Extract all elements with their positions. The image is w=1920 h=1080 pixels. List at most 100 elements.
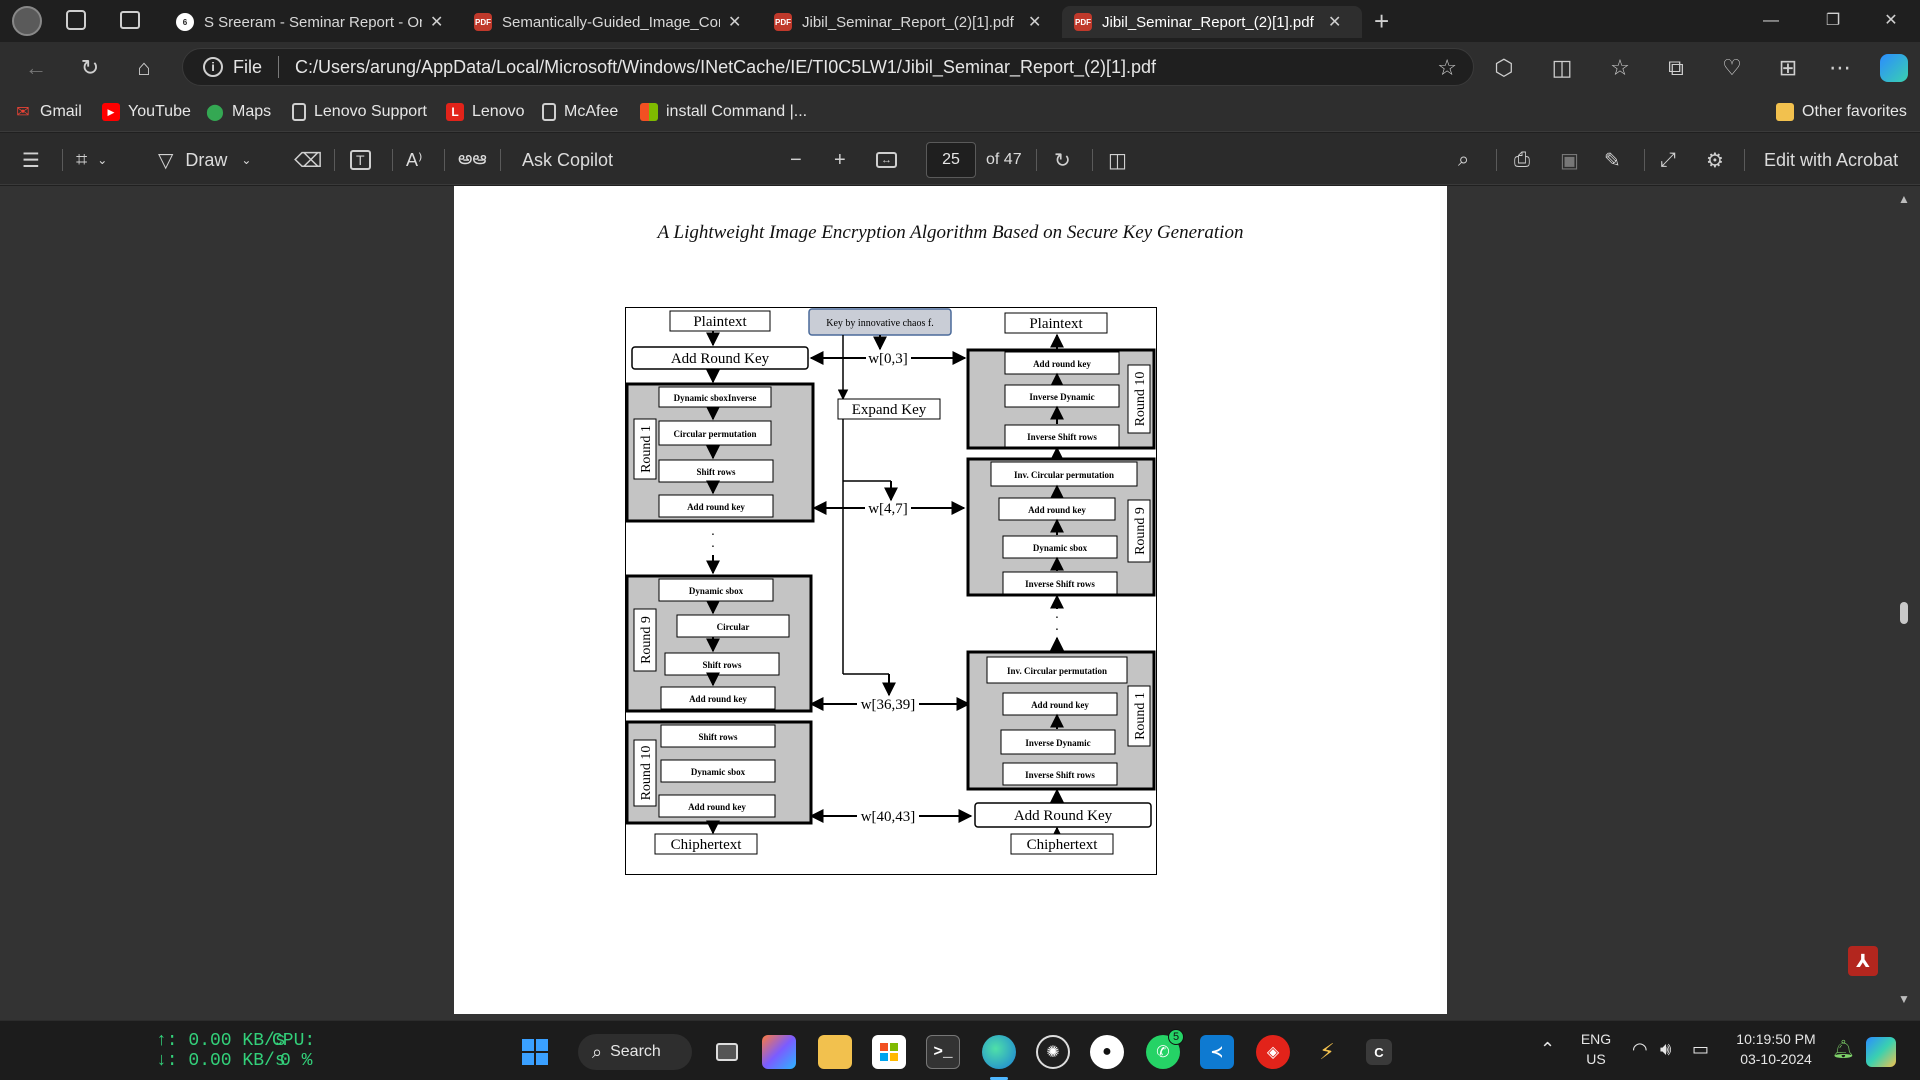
ask-copilot-button[interactable]: Ask Copilot [522, 147, 613, 173]
chatgpt-icon[interactable]: ✺ [1036, 1035, 1070, 1069]
translate-icon: అఆ [458, 147, 487, 168]
pdf-viewer[interactable]: A Lightweight Image Encryption Algorithm… [0, 186, 1920, 1020]
toolbar-divider [62, 149, 63, 171]
more-options-icon[interactable]: ⋯ [1826, 54, 1854, 82]
url-text[interactable]: C:/Users/arung/AppData/Local/Microsoft/W… [295, 57, 1156, 78]
pdf-icon: PDF [474, 13, 492, 31]
close-tab-icon[interactable]: ✕ [1028, 12, 1041, 32]
toolbar-divider [500, 149, 501, 171]
scroll-thumb[interactable] [1900, 602, 1908, 624]
info-icon[interactable]: i [203, 57, 223, 77]
browser-essentials-icon[interactable]: ♡ [1718, 54, 1746, 82]
close-tab-icon[interactable]: ✕ [728, 12, 741, 32]
tab-jibil-2[interactable]: PDF Jibil_Seminar_Report_(2)[1].pdf ✕ [1062, 6, 1362, 38]
rotate-icon[interactable]: ↻ [1054, 147, 1071, 173]
vertical-tabs-icon[interactable] [120, 11, 140, 29]
favorite-lenovo-support[interactable]: Lenovo Support [292, 100, 427, 124]
highlight-icon[interactable]: ⌗ ⌄ [76, 147, 107, 173]
language-indicator[interactable]: ENG US [1574, 1031, 1618, 1067]
address-bar[interactable]: i File C:/Users/arung/AppData/Local/Micr… [182, 48, 1474, 86]
volume-icon[interactable]: 🔊︎ [1660, 1039, 1671, 1060]
draw-button[interactable]: ▽ Draw ⌄ [158, 147, 251, 173]
save-icon[interactable]: ▣ [1560, 147, 1579, 173]
dec-input: Chiphertext [1027, 837, 1099, 853]
read-aloud-button[interactable]: A⁾ [406, 147, 422, 173]
home-icon[interactable]: ⌂ [130, 54, 158, 82]
workspaces-icon[interactable] [66, 10, 86, 30]
contents-icon[interactable]: ☰ [22, 147, 40, 173]
scroll-up-icon[interactable]: ▲ [1898, 192, 1910, 206]
wifi-icon[interactable]: ◠ [1632, 1039, 1648, 1060]
notification-bell-icon[interactable]: 🔔︎ [1832, 1039, 1855, 1060]
copilot-app-icon[interactable] [762, 1035, 796, 1069]
start-windows-icon[interactable] [518, 1035, 552, 1069]
extensions-icon[interactable]: ⬡ [1490, 54, 1518, 82]
acrobat-icon[interactable]: ⅄ [1848, 946, 1878, 976]
toolbar-divider [1036, 149, 1037, 171]
save-as-icon[interactable]: ✎ [1604, 147, 1621, 173]
text-box-icon[interactable]: T [350, 147, 371, 173]
enc-r9-step-label: Shift rows [702, 660, 742, 670]
zoom-in-icon[interactable]: + [834, 147, 846, 173]
enc-output: Chiphertext [671, 837, 743, 853]
taskbar-search[interactable]: ⌕ Search [578, 1034, 692, 1070]
store-icon[interactable] [872, 1035, 906, 1069]
copilot-icon[interactable] [1880, 54, 1908, 82]
python-app-icon[interactable]: ⚡ [1310, 1035, 1344, 1069]
diagram-svg: Plaintext Add Round Key Round 1 Dynamic … [625, 307, 1157, 875]
close-tab-icon[interactable]: ✕ [1328, 12, 1341, 32]
favorite-install-command[interactable]: install Command |... [640, 100, 807, 124]
vertical-scrollbar[interactable]: ▲ ▼ [1896, 186, 1912, 1020]
vscode-icon[interactable]: ≺ [1200, 1035, 1234, 1069]
enc-r10-step-label: Dynamic sbox [691, 767, 746, 777]
collections-icon[interactable]: ⧉ [1662, 54, 1690, 82]
tab-sreeram[interactable]: 6 S Sreeram - Seminar Report - Onl ✕ [164, 6, 459, 38]
battery-icon[interactable]: ▭ [1692, 1039, 1709, 1060]
show-hidden-icons[interactable]: ⌃ [1540, 1039, 1555, 1060]
print-icon[interactable]: ⎙ [1514, 147, 1530, 173]
close-window-button[interactable]: ✕ [1876, 8, 1906, 34]
translate-button[interactable]: అఆ [458, 147, 487, 173]
tab-jibil-1[interactable]: PDF Jibil_Seminar_Report_(2)[1].pdf ✕ [762, 6, 1062, 38]
antivirus-icon[interactable]: ◈ [1256, 1035, 1290, 1069]
eraser-icon[interactable]: ⌫ [294, 147, 322, 173]
edit-with-acrobat-button[interactable]: Edit with Acrobat [1764, 147, 1898, 173]
favorite-mcafee[interactable]: McAfee [542, 100, 618, 124]
scroll-down-icon[interactable]: ▼ [1898, 992, 1910, 1006]
add-round-key-bottom: Add Round Key [1014, 808, 1113, 824]
task-view-icon[interactable] [710, 1035, 744, 1069]
github-icon[interactable]: ● [1090, 1035, 1124, 1069]
clock[interactable]: 10:19:50 PM 03-10-2024 [1728, 1031, 1824, 1067]
tab-semantically-guided[interactable]: PDF Semantically-Guided_Image_Com ✕ [462, 6, 762, 38]
search-icon[interactable]: ⌕ [1458, 147, 1469, 173]
page-number-input[interactable]: 25 [926, 142, 976, 178]
terminal-icon[interactable]: >_ [926, 1035, 960, 1069]
page-view-icon[interactable]: ◫ [1108, 147, 1127, 173]
edge-icon[interactable] [982, 1035, 1016, 1069]
fit-width-icon[interactable]: ↔ [876, 147, 897, 173]
minimize-button[interactable]: — [1756, 8, 1786, 34]
settings-icon[interactable]: ⚙ [1706, 147, 1724, 173]
favorite-gmail[interactable]: ✉ Gmail [14, 100, 82, 124]
favorite-label: Gmail [40, 103, 82, 120]
favorite-label: YouTube [128, 103, 191, 120]
close-tab-icon[interactable]: ✕ [430, 12, 443, 32]
favorite-youtube[interactable]: ▶ YouTube [102, 100, 191, 124]
apps-icon[interactable]: ⊞ [1774, 54, 1802, 82]
refresh-icon[interactable]: ↻ [76, 54, 104, 82]
split-screen-icon[interactable]: ◫ [1548, 54, 1576, 82]
new-tab-button[interactable]: + [1374, 6, 1389, 37]
file-explorer-icon[interactable] [818, 1035, 852, 1069]
restore-button[interactable]: ❐ [1818, 8, 1848, 34]
copilot-tray-icon[interactable] [1866, 1037, 1896, 1067]
other-favorites[interactable]: Other favorites [1776, 100, 1907, 124]
back-icon[interactable]: ← [22, 54, 50, 82]
favorite-lenovo[interactable]: L Lenovo [446, 100, 525, 124]
profile-avatar[interactable] [12, 6, 42, 36]
c-app-icon[interactable]: C [1366, 1039, 1392, 1065]
favorites-icon[interactable]: ☆ [1606, 54, 1634, 82]
favorite-maps[interactable]: ⬤ Maps [206, 100, 271, 124]
fullscreen-icon[interactable]: ⤢ [1660, 147, 1676, 173]
favorite-star-icon[interactable]: ☆ [1437, 55, 1457, 81]
zoom-out-icon[interactable]: − [790, 147, 802, 173]
